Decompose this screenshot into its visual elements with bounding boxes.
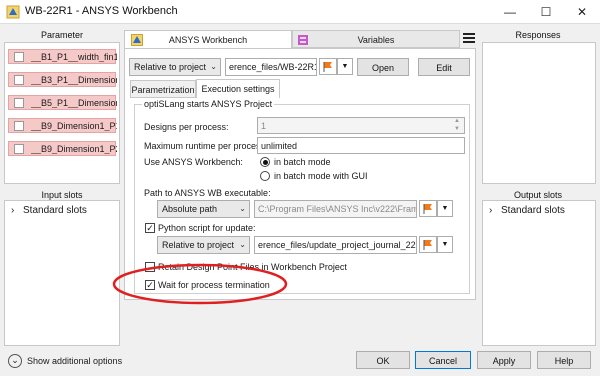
tab-parametrization[interactable]: Parametrization [130, 80, 196, 98]
history-dropdown-button[interactable]: ▼ [337, 58, 353, 75]
history-dropdown-button[interactable]: ▼ [437, 200, 453, 217]
output-slots-header: Output slots [513, 190, 563, 200]
batch-mode-label: in batch mode [274, 157, 331, 167]
designs-spinbox[interactable]: 1 [257, 117, 465, 134]
list-item[interactable]: __B9_Dimension1_P2_ [8, 141, 117, 156]
python-path-field[interactable]: erence_files/update_project_journal_22R1… [254, 236, 417, 254]
minimize-button[interactable]: — [498, 2, 522, 22]
use-wb-label: Use ANSYS Workbench: [144, 157, 243, 167]
item-checkbox[interactable] [14, 52, 24, 62]
tab-variables[interactable]: Variables [292, 30, 460, 48]
window-title: WB-22R1 - ANSYS Workbench [25, 5, 178, 17]
item-checkbox[interactable] [14, 75, 24, 85]
browse-flag-button[interactable] [319, 58, 337, 75]
list-item[interactable]: __B5_P1__Dimension [8, 95, 117, 110]
help-button[interactable]: Help [537, 351, 591, 369]
flag-icon [423, 240, 432, 250]
parameter-list[interactable]: __B1_P1__width_fin1_L __B3_P1__Dimension… [4, 42, 120, 184]
wb-path-field[interactable]: C:\Program Files\ANSYS Inc\v222\Framewor… [254, 200, 417, 218]
group-title: optiSLang starts ANSYS Project [142, 99, 275, 109]
tab-execution-settings[interactable]: Execution settings [196, 79, 280, 98]
output-slots-list[interactable]: › Standard slots [482, 200, 596, 346]
tab-ansys-workbench[interactable]: ANSYS Workbench [124, 30, 292, 48]
flag-icon [323, 62, 332, 72]
maximize-button[interactable]: ☐ [534, 2, 558, 22]
title-bar: WB-22R1 - ANSYS Workbench — ☐ ✕ [0, 0, 600, 24]
cancel-button[interactable]: Cancel [415, 351, 471, 369]
runtime-label: Maximum runtime per process: [144, 141, 268, 151]
highlight-ellipse [112, 263, 288, 305]
input-slots-header: Input slots [41, 190, 83, 200]
ok-button[interactable]: OK [356, 351, 410, 369]
expand-chevron-icon[interactable]: › [11, 205, 14, 216]
menu-icon[interactable] [462, 31, 476, 45]
runtime-field[interactable]: unlimited [257, 137, 465, 154]
designs-label: Designs per process: [144, 122, 229, 132]
expand-chevron-icon[interactable]: › [489, 205, 492, 216]
list-item[interactable]: __B1_P1__width_fin1_L [8, 49, 117, 64]
responses-header: Responses [515, 30, 561, 40]
slot-item-standard[interactable]: Standard slots [501, 205, 565, 216]
browse-flag-button[interactable] [419, 200, 437, 217]
python-script-checkbox[interactable]: ✓ [145, 223, 155, 233]
flag-icon [423, 204, 432, 214]
open-button[interactable]: Open [357, 58, 409, 76]
item-checkbox[interactable] [14, 144, 24, 154]
input-slots-list[interactable]: › Standard slots [4, 200, 120, 346]
project-path-field[interactable]: erence_files/WB-22R1.wbpj [225, 58, 317, 76]
slot-item-standard[interactable]: Standard slots [23, 205, 87, 216]
app-icon [6, 5, 20, 19]
item-checkbox[interactable] [14, 121, 24, 131]
expand-circle-icon[interactable]: ⌄ [8, 354, 22, 368]
python-script-label: Python script for update: [158, 223, 256, 233]
spin-arrows-icon[interactable]: ▲ ▼ [454, 117, 460, 133]
show-more-label[interactable]: Show additional options [27, 356, 122, 366]
edit-button[interactable]: Edit [418, 58, 470, 76]
batch-gui-radio[interactable] [260, 171, 270, 181]
project-path-mode-select[interactable]: Relative to project ⌄ [129, 58, 221, 76]
responses-list[interactable] [482, 42, 596, 184]
parameter-header: Parameter [40, 30, 84, 40]
batch-mode-radio[interactable] [260, 157, 270, 167]
apply-button[interactable]: Apply [477, 351, 531, 369]
wb-path-label: Path to ANSYS WB executable: [144, 188, 271, 198]
batch-gui-label: in batch mode with GUI [274, 171, 368, 181]
list-item[interactable]: __B9_Dimension1_P1_ [8, 118, 117, 133]
close-button[interactable]: ✕ [570, 2, 594, 22]
list-item[interactable]: __B3_P1__Dimension [8, 72, 117, 87]
history-dropdown-button[interactable]: ▼ [437, 236, 453, 253]
item-checkbox[interactable] [14, 98, 24, 108]
variables-icon [298, 35, 308, 45]
python-path-mode-select[interactable]: Relative to project ⌄ [157, 236, 250, 254]
workbench-icon [131, 34, 143, 46]
browse-flag-button[interactable] [419, 236, 437, 253]
wb-path-mode-select[interactable]: Absolute path ⌄ [157, 200, 250, 218]
